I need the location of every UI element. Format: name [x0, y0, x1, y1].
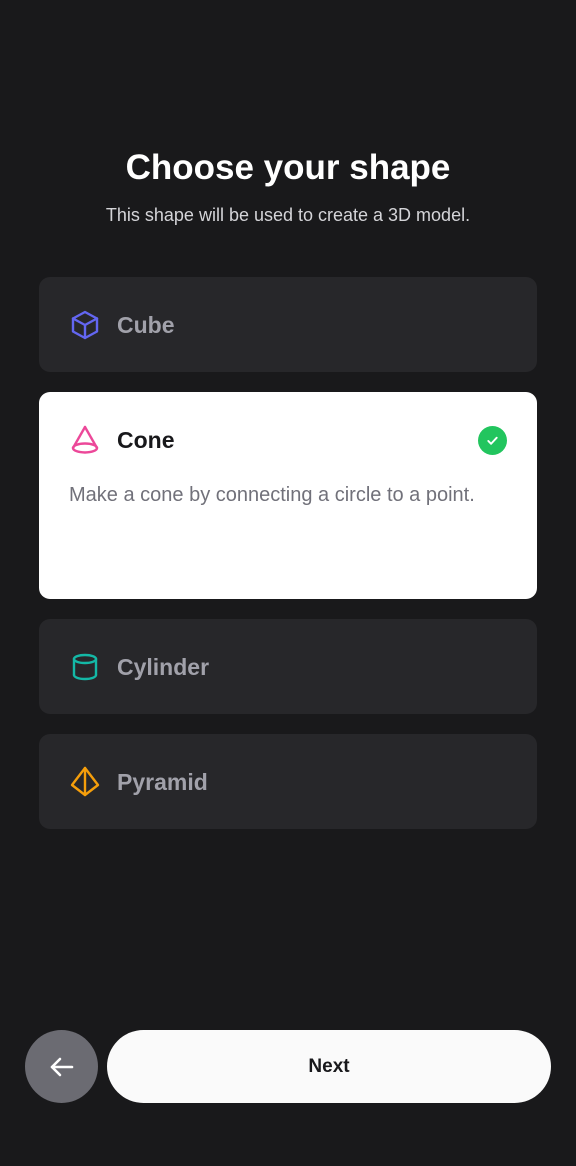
check-icon — [487, 436, 498, 445]
option-pyramid[interactable]: Pyramid — [39, 734, 537, 829]
option-label: Cube — [117, 312, 175, 338]
option-label: Cylinder — [117, 654, 210, 680]
cylinder-icon — [72, 653, 98, 681]
selected-check — [478, 426, 507, 455]
arrow-left-icon — [50, 1057, 73, 1076]
option-cone[interactable]: Cone Make a cone by connecting a circle … — [39, 392, 537, 599]
cube-icon — [71, 310, 99, 340]
option-label: Pyramid — [117, 769, 208, 795]
option-description: Make a cone by connecting a circle to a … — [69, 484, 475, 506]
option-label: Cone — [117, 427, 175, 453]
page-title: Choose your shape — [125, 148, 451, 187]
option-cube[interactable]: Cube — [39, 277, 537, 372]
cone-icon — [71, 425, 99, 454]
pyramid-icon — [70, 766, 100, 797]
back-button[interactable] — [25, 1030, 98, 1103]
page-subtitle: This shape will be used to create a 3D m… — [105, 205, 471, 225]
next-button[interactable]: Next — [107, 1030, 551, 1103]
option-cylinder[interactable]: Cylinder — [39, 619, 537, 714]
